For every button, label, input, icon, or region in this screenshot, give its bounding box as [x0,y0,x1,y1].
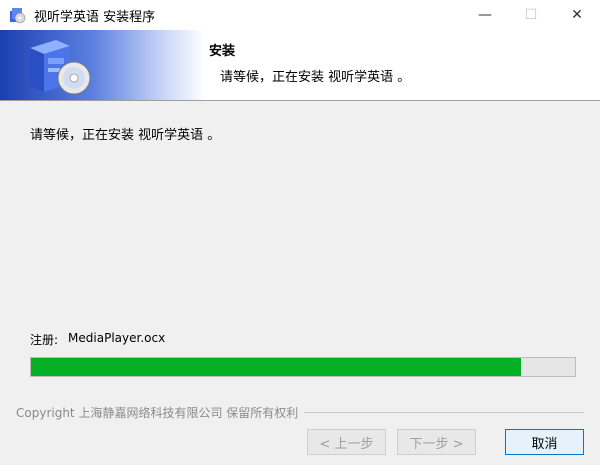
status-message: 请等候，正在安装 视听学英语 。 [30,128,221,143]
close-button[interactable]: ✕ [554,0,600,30]
copyright-text: Copyright 上海静嘉网络科技有限公司 保留所有权利 [16,405,299,420]
header-title: 安装 [209,44,236,59]
window-title: 视听学英语 安装程序 [34,9,156,25]
progress-fill [31,358,521,376]
maximize-button[interactable]: ☐ [508,0,554,30]
progress-bar [30,357,576,377]
next-button[interactable]: 下一步 > [397,429,476,455]
register-row: 注册: MediaPlayer.ocx [30,331,165,348]
minimize-button[interactable]: — [462,0,508,30]
window-controls: — ☐ ✕ [462,0,600,30]
divider-line [304,411,584,413]
back-button[interactable]: < 上一步 [307,429,386,455]
register-file: MediaPlayer.ocx [68,331,166,345]
installer-icon [10,8,26,24]
register-label: 注册: [30,333,59,347]
footer-divider: Copyright 上海静嘉网络科技有限公司 保留所有权利 [16,404,584,420]
title-bar: 视听学英语 安装程序 — ☐ ✕ [0,0,600,30]
header-subtitle: 请等候，正在安装 视听学英语 。 [220,70,411,85]
software-box-icon [30,40,91,95]
cancel-button[interactable]: 取消 [505,429,584,455]
header-banner: 安装 请等候，正在安装 视听学英语 。 [0,30,600,101]
